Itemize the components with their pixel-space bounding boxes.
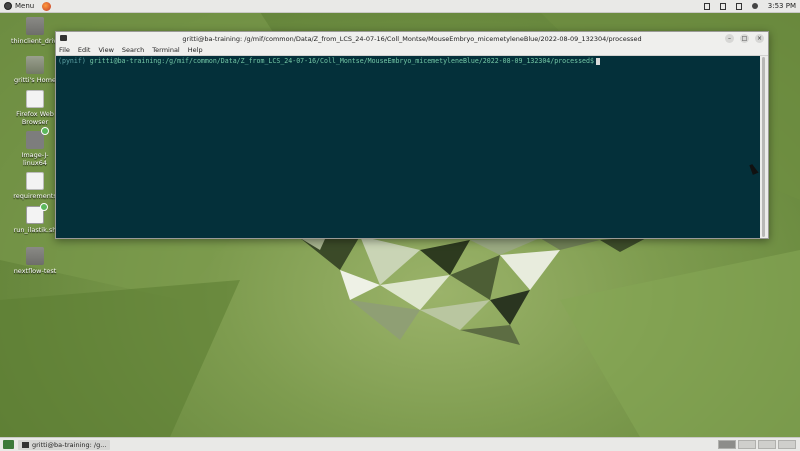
- terminal-content[interactable]: (pynif) gritti@ba-training:/g/mif/common…: [56, 56, 760, 238]
- top-panel: Menu 3:53 PM: [0, 0, 800, 13]
- terminal-icon: [60, 35, 67, 41]
- desktop-icon-requirements[interactable]: requirements: [11, 172, 59, 200]
- desktop-icon-label: thinclient_drives: [11, 37, 65, 45]
- workspace-4[interactable]: [778, 440, 796, 449]
- desktop-icon-label: requirements: [13, 192, 57, 200]
- workspace-3[interactable]: [758, 440, 776, 449]
- desktop-icon-label: Firefox Web Browser: [16, 110, 54, 126]
- launcher-badge-icon: [40, 203, 48, 211]
- menu-file[interactable]: File: [59, 46, 70, 54]
- menu-edit[interactable]: Edit: [78, 46, 91, 54]
- menu-view[interactable]: View: [98, 46, 113, 54]
- folder-icon: [26, 247, 44, 265]
- gear-icon: [26, 127, 49, 149]
- folder-icon: [26, 17, 44, 35]
- terminal-title: gritti@ba-training: /g/mif/common/Data/Z…: [182, 34, 642, 43]
- desktop-icon-firefox[interactable]: Firefox Web Browser: [11, 90, 59, 126]
- bottom-panel: gritti@ba-training: /g...: [0, 437, 800, 451]
- terminal-titlebar[interactable]: gritti@ba-training: /g/mif/common/Data/Z…: [56, 32, 768, 45]
- workspace-2[interactable]: [738, 440, 756, 449]
- volume-icon[interactable]: [751, 3, 758, 9]
- desktop-icon-nextflow-test[interactable]: nextflow-test: [11, 247, 59, 275]
- maximize-button[interactable]: □: [740, 34, 749, 43]
- desktop-icon-home[interactable]: gritti's Home: [11, 56, 59, 84]
- home-folder-icon: [26, 56, 44, 74]
- prompt-path: gritti@ba-training:/g/mif/common/Data/Z_…: [89, 57, 594, 65]
- workspace-switcher: [718, 440, 796, 449]
- menu-help[interactable]: Help: [188, 46, 203, 54]
- mint-logo-icon: [4, 2, 12, 10]
- close-button[interactable]: ×: [755, 34, 764, 43]
- terminal-icon: [22, 441, 29, 448]
- taskbar-item-terminal[interactable]: gritti@ba-training: /g...: [18, 439, 111, 450]
- desktop-icon-imagej[interactable]: Image-J-linux64: [11, 127, 59, 167]
- clock[interactable]: 3:53 PM: [768, 2, 796, 10]
- workspace-1[interactable]: [718, 440, 736, 449]
- desktop-icon-label: nextflow-test: [13, 267, 57, 275]
- prompt-line: (pynif) gritti@ba-training:/g/mif/common…: [56, 56, 760, 66]
- terminal-window[interactable]: gritti@ba-training: /g/mif/common/Data/Z…: [55, 31, 769, 239]
- show-desktop-icon[interactable]: [3, 440, 14, 449]
- bluetooth-icon[interactable]: [719, 2, 726, 10]
- text-cursor: [595, 57, 600, 65]
- desktop-icon-thinclient-drives[interactable]: thinclient_drives: [11, 17, 65, 45]
- prompt-env: (pynif): [58, 57, 86, 65]
- desktop-icon-run-ilastik[interactable]: run_ilastik.sh: [11, 203, 59, 234]
- taskbar-item-label: gritti@ba-training: /g...: [32, 440, 107, 449]
- script-icon: [26, 203, 48, 224]
- terminal-menubar: File Edit View Search Terminal Help: [56, 45, 768, 56]
- menu-button[interactable]: Menu: [0, 0, 38, 12]
- system-tray: 3:53 PM: [703, 0, 796, 12]
- menu-terminal[interactable]: Terminal: [152, 46, 179, 54]
- desktop-icon-label: Image-J-linux64: [21, 151, 49, 167]
- launcher-badge-icon: [41, 127, 49, 135]
- menu-search[interactable]: Search: [122, 46, 144, 54]
- document-icon: [26, 172, 44, 190]
- minimize-button[interactable]: –: [725, 34, 734, 43]
- desktop-icon-label: gritti's Home: [14, 76, 56, 84]
- network-icon[interactable]: [703, 2, 710, 10]
- battery-icon[interactable]: [735, 2, 742, 10]
- menu-label: Menu: [15, 2, 35, 10]
- desktop-icon-label: run_ilastik.sh: [13, 226, 57, 234]
- terminal-scrollbar[interactable]: [760, 56, 768, 238]
- firefox-launcher-icon[interactable]: [42, 1, 52, 11]
- scrollbar-thumb[interactable]: [762, 57, 765, 237]
- document-icon: [26, 90, 44, 108]
